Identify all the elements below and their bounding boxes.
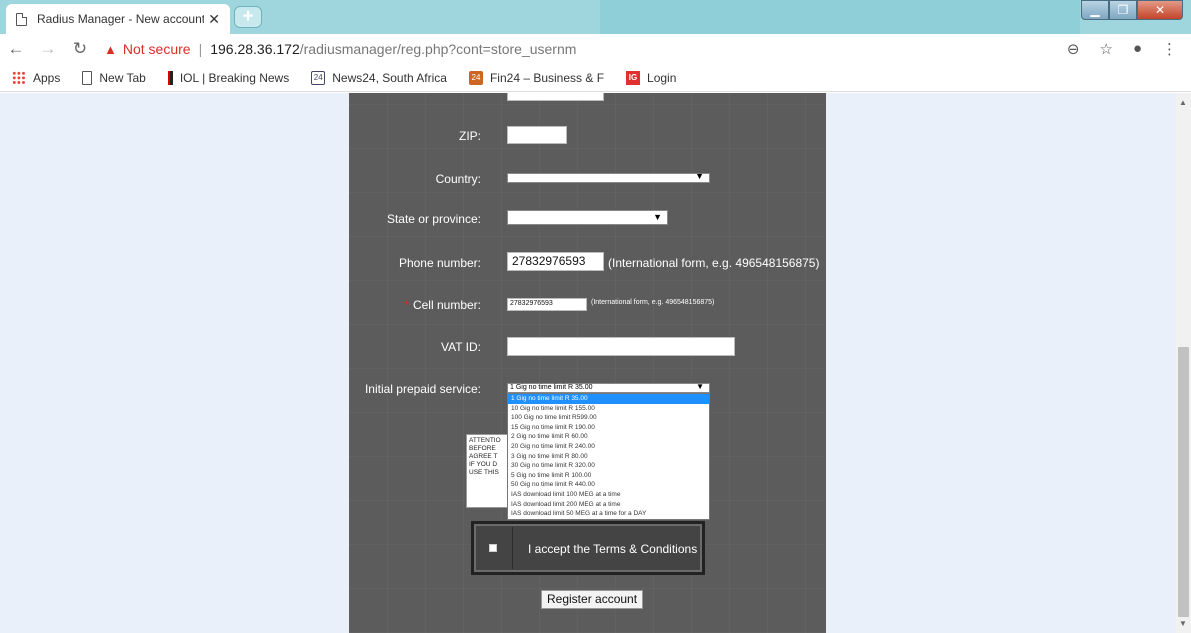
page-icon [82, 70, 93, 85]
fin24-logo-icon: 24 [468, 70, 483, 85]
bookmark-login[interactable]: IG Login [626, 70, 677, 85]
chevron-down-icon: ▼ [695, 171, 704, 181]
minimize-button[interactable]: ▁ [1081, 0, 1109, 20]
bookmark-apps[interactable]: Apps [12, 70, 61, 85]
dropdown-option[interactable]: 20 Gig no time limit R 240.00 [508, 442, 709, 452]
service-dropdown-list: 1 Gig no time limit R 35.00 10 Gig no ti… [507, 393, 710, 520]
terms-text-area[interactable]: ATTENTIO BEFORE AGREE T IF YOU D USE THI… [466, 434, 510, 508]
cell-hint: (International form, e.g. 496548156875) [591, 299, 715, 306]
forward-arrow-icon[interactable]: → [32, 39, 64, 59]
dropdown-option[interactable]: 3 Gig no time limit R 80.00 [508, 452, 709, 462]
window-controls: ▁ ❐ ✕ [1081, 0, 1183, 20]
state-label: State or province: [386, 212, 481, 226]
bookmark-label: New Tab [99, 70, 146, 85]
dropdown-option[interactable]: IAS download limit 100 MEG at a time [508, 490, 709, 500]
tab-title: Radius Manager - New account [37, 12, 205, 26]
state-select[interactable]: ▼ [507, 210, 668, 225]
dropdown-option[interactable]: IAS download limit 200 MEG at a time [508, 500, 709, 510]
city-field[interactable] [507, 93, 604, 101]
dropdown-option[interactable]: 1 Gig no time limit R 35.00 [508, 394, 709, 404]
zoom-icon[interactable]: ⊖ [1067, 40, 1080, 58]
iol-logo-icon [167, 70, 173, 85]
close-icon[interactable]: ✕ [208, 11, 220, 28]
browser-tab-bar: Radius Manager - New account ✕ + ▁ ❐ ✕ [0, 0, 1191, 34]
terms-checkbox[interactable] [489, 544, 497, 552]
menu-dots-icon[interactable]: ⋮ [1162, 40, 1177, 58]
dropdown-option[interactable]: 50 Gig no time limit R 440.00 [508, 480, 709, 490]
register-account-button[interactable]: Register account [541, 590, 644, 609]
bookmark-iol[interactable]: IOL | Breaking News [167, 70, 290, 85]
vat-label: VAT ID: [440, 340, 481, 354]
dropdown-option[interactable]: 10 Gig no time limit R 155.00 [508, 404, 709, 414]
scroll-down-icon[interactable]: ▼ [1179, 619, 1187, 628]
chevron-down-icon: ▼ [696, 382, 704, 391]
bookmark-label: News24, South Africa [332, 70, 447, 85]
apps-grid-icon [12, 70, 26, 85]
dropdown-option[interactable]: 100 Gig no time limit R599.00 [508, 413, 709, 423]
bookmark-label: IOL | Breaking News [179, 70, 290, 85]
terms-accept-box: I accept the Terms & Conditions [471, 521, 705, 575]
service-select[interactable]: 1 Gig no time limit R 35.00 ▼ [507, 383, 710, 393]
back-arrow-icon[interactable]: ← [0, 39, 32, 59]
scrollbar-thumb[interactable] [1178, 347, 1189, 617]
bookmark-news24[interactable]: 24 News24, South Africa [311, 70, 447, 85]
bookmarks-bar: Apps New Tab IOL | Breaking News 24 News… [0, 64, 1191, 92]
terms-text-line: ATTENTIO [469, 437, 501, 444]
bookmark-new-tab[interactable]: New Tab [82, 70, 146, 85]
toolbar-actions: ⊖ ☆ ● ⋮ [1067, 40, 1177, 58]
bookmark-fin24[interactable]: 24 Fin24 – Business & F [468, 70, 605, 85]
required-marker: * [404, 298, 409, 312]
new-tab-button[interactable]: + [234, 6, 262, 28]
chevron-down-icon: ▼ [653, 212, 662, 222]
star-icon[interactable]: ☆ [1099, 40, 1112, 58]
tab-bar-decoration [600, 0, 1080, 34]
address-bar[interactable]: ▲ Not secure | 196.28.36.172/radiusmanag… [104, 37, 1058, 61]
terms-text-line: IF YOU D [469, 461, 498, 468]
window-close-button[interactable]: ✕ [1137, 0, 1183, 20]
country-select[interactable]: ▼ [507, 171, 710, 183]
service-label: Initial prepaid service: [364, 382, 481, 396]
url-path: /radiusmanager/reg.php?cont=store_usernm [299, 41, 577, 57]
zip-label: ZIP: [458, 129, 481, 143]
maximize-button[interactable]: ❐ [1109, 0, 1137, 20]
news24-logo-icon: 24 [311, 70, 326, 85]
zip-field[interactable] [507, 126, 567, 144]
bookmark-label: Fin24 – Business & F [489, 70, 605, 85]
phone-label: Phone number: [398, 256, 481, 270]
registration-form: ZIP: Country: ▼ State or province: ▼ Pho… [349, 93, 826, 633]
dropdown-option[interactable]: 15 Gig no time limit R 190.00 [508, 423, 709, 433]
bookmark-label: Login [647, 70, 677, 85]
page-viewport: ZIP: Country: ▼ State or province: ▼ Pho… [0, 93, 1176, 633]
security-indicator[interactable]: Not secure [123, 41, 191, 57]
login-logo-icon: IG [626, 70, 641, 85]
phone-hint: (International form, e.g. 496548156875) [608, 256, 820, 270]
url-separator: | [198, 41, 203, 57]
terms-label[interactable]: I accept the Terms & Conditions [528, 542, 697, 556]
vat-field[interactable] [507, 337, 735, 356]
dropdown-option[interactable]: 2 Gig no time limit R 60.00 [508, 432, 709, 442]
page-icon [16, 12, 27, 26]
browser-toolbar: ← → ↻ ▲ Not secure | 196.28.36.172/radiu… [0, 34, 1191, 64]
terms-text-line: USE THIS [469, 469, 499, 476]
dropdown-option[interactable]: 5 Gig no time limit R 100.00 [508, 471, 709, 481]
account-icon[interactable]: ● [1133, 40, 1142, 58]
browser-tab[interactable]: Radius Manager - New account ✕ [6, 4, 230, 34]
terms-text-line: BEFORE [469, 445, 496, 452]
service-selected-value: 1 Gig no time limit R 35.00 [510, 384, 593, 391]
cell-label: * Cell number: [404, 298, 481, 312]
terms-text-line: AGREE T [469, 453, 498, 460]
warning-icon: ▲ [104, 41, 117, 57]
scroll-up-icon[interactable]: ▲ [1179, 98, 1187, 107]
terms-divider [512, 527, 513, 569]
phone-field[interactable]: 27832976593 [507, 252, 604, 271]
dropdown-option[interactable]: 30 Gig no time limit R 320.00 [508, 461, 709, 471]
reload-icon[interactable]: ↻ [64, 39, 96, 59]
cell-field[interactable]: 27832976593 [507, 298, 587, 311]
page-scrollbar[interactable]: ▲ ▼ [1176, 93, 1191, 633]
url-host: 196.28.36.172 [210, 41, 300, 57]
bookmark-label: Apps [33, 70, 61, 85]
country-label: Country: [435, 172, 481, 186]
dropdown-option[interactable]: IAS download limit 50 MEG at a time for … [508, 509, 709, 519]
cell-label-text: Cell number: [412, 298, 481, 312]
